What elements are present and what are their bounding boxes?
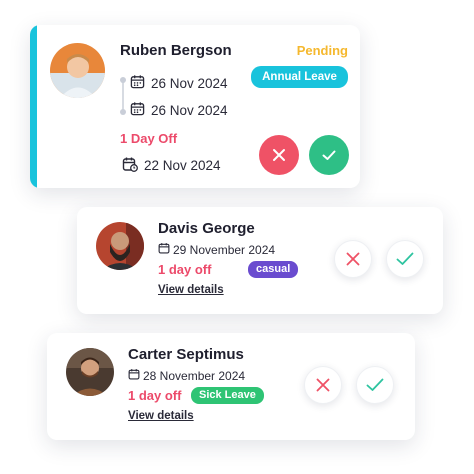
avatar (96, 222, 144, 270)
requested-date-text: 22 Nov 2024 (144, 158, 221, 173)
employee-name: Ruben Bergson (120, 42, 232, 59)
employee-name: Carter Septimus (128, 346, 244, 363)
approve-button[interactable] (356, 366, 394, 404)
leave-date: 28 November 2024 (128, 368, 245, 383)
calendar-clock-icon (122, 156, 138, 175)
leave-request-card: Carter Septimus 28 November 2024 1 day o… (47, 333, 415, 440)
calendar-icon (130, 74, 145, 92)
reject-button[interactable] (304, 366, 342, 404)
status-badge: Pending (296, 43, 348, 58)
check-icon (322, 150, 336, 160)
end-date-text: 26 Nov 2024 (151, 102, 228, 118)
leave-request-card: Ruben Bergson Pending Annual Leave 26 No… (30, 25, 360, 188)
close-icon (273, 149, 285, 161)
start-date: 26 Nov 2024 (130, 74, 228, 92)
avatar (66, 348, 114, 396)
approve-button[interactable] (386, 240, 424, 278)
duration-label: 1 day off (158, 262, 212, 277)
employee-name: Davis George (158, 220, 255, 237)
leave-date-text: 29 November 2024 (173, 242, 276, 257)
calendar-icon (130, 101, 145, 119)
requested-date: 22 Nov 2024 (122, 156, 221, 175)
card-accent-bar (30, 25, 37, 188)
leave-type-badge: Sick Leave (191, 387, 264, 404)
leave-date-text: 28 November 2024 (143, 368, 246, 383)
view-details-link[interactable]: View details (128, 410, 194, 422)
approve-button[interactable] (309, 135, 349, 175)
close-icon (346, 252, 360, 266)
close-icon (316, 378, 330, 392)
leave-request-card: Davis George 29 November 2024 1 day off … (77, 207, 443, 314)
duration-label: 1 day off (128, 388, 182, 403)
date-range-connector (120, 77, 126, 115)
leave-type-badge: casual (248, 261, 299, 278)
leave-type-badge: Annual Leave (251, 66, 348, 88)
reject-button[interactable] (334, 240, 372, 278)
calendar-icon (158, 242, 170, 257)
check-icon (366, 378, 384, 391)
view-details-link[interactable]: View details (158, 284, 224, 296)
end-date: 26 Nov 2024 (130, 101, 228, 119)
avatar (50, 43, 105, 98)
check-icon (396, 252, 414, 265)
duration-label: 1 Day Off (120, 131, 178, 146)
reject-button[interactable] (259, 135, 299, 175)
calendar-icon (128, 368, 140, 383)
leave-date: 29 November 2024 (158, 242, 275, 257)
start-date-text: 26 Nov 2024 (151, 75, 228, 91)
